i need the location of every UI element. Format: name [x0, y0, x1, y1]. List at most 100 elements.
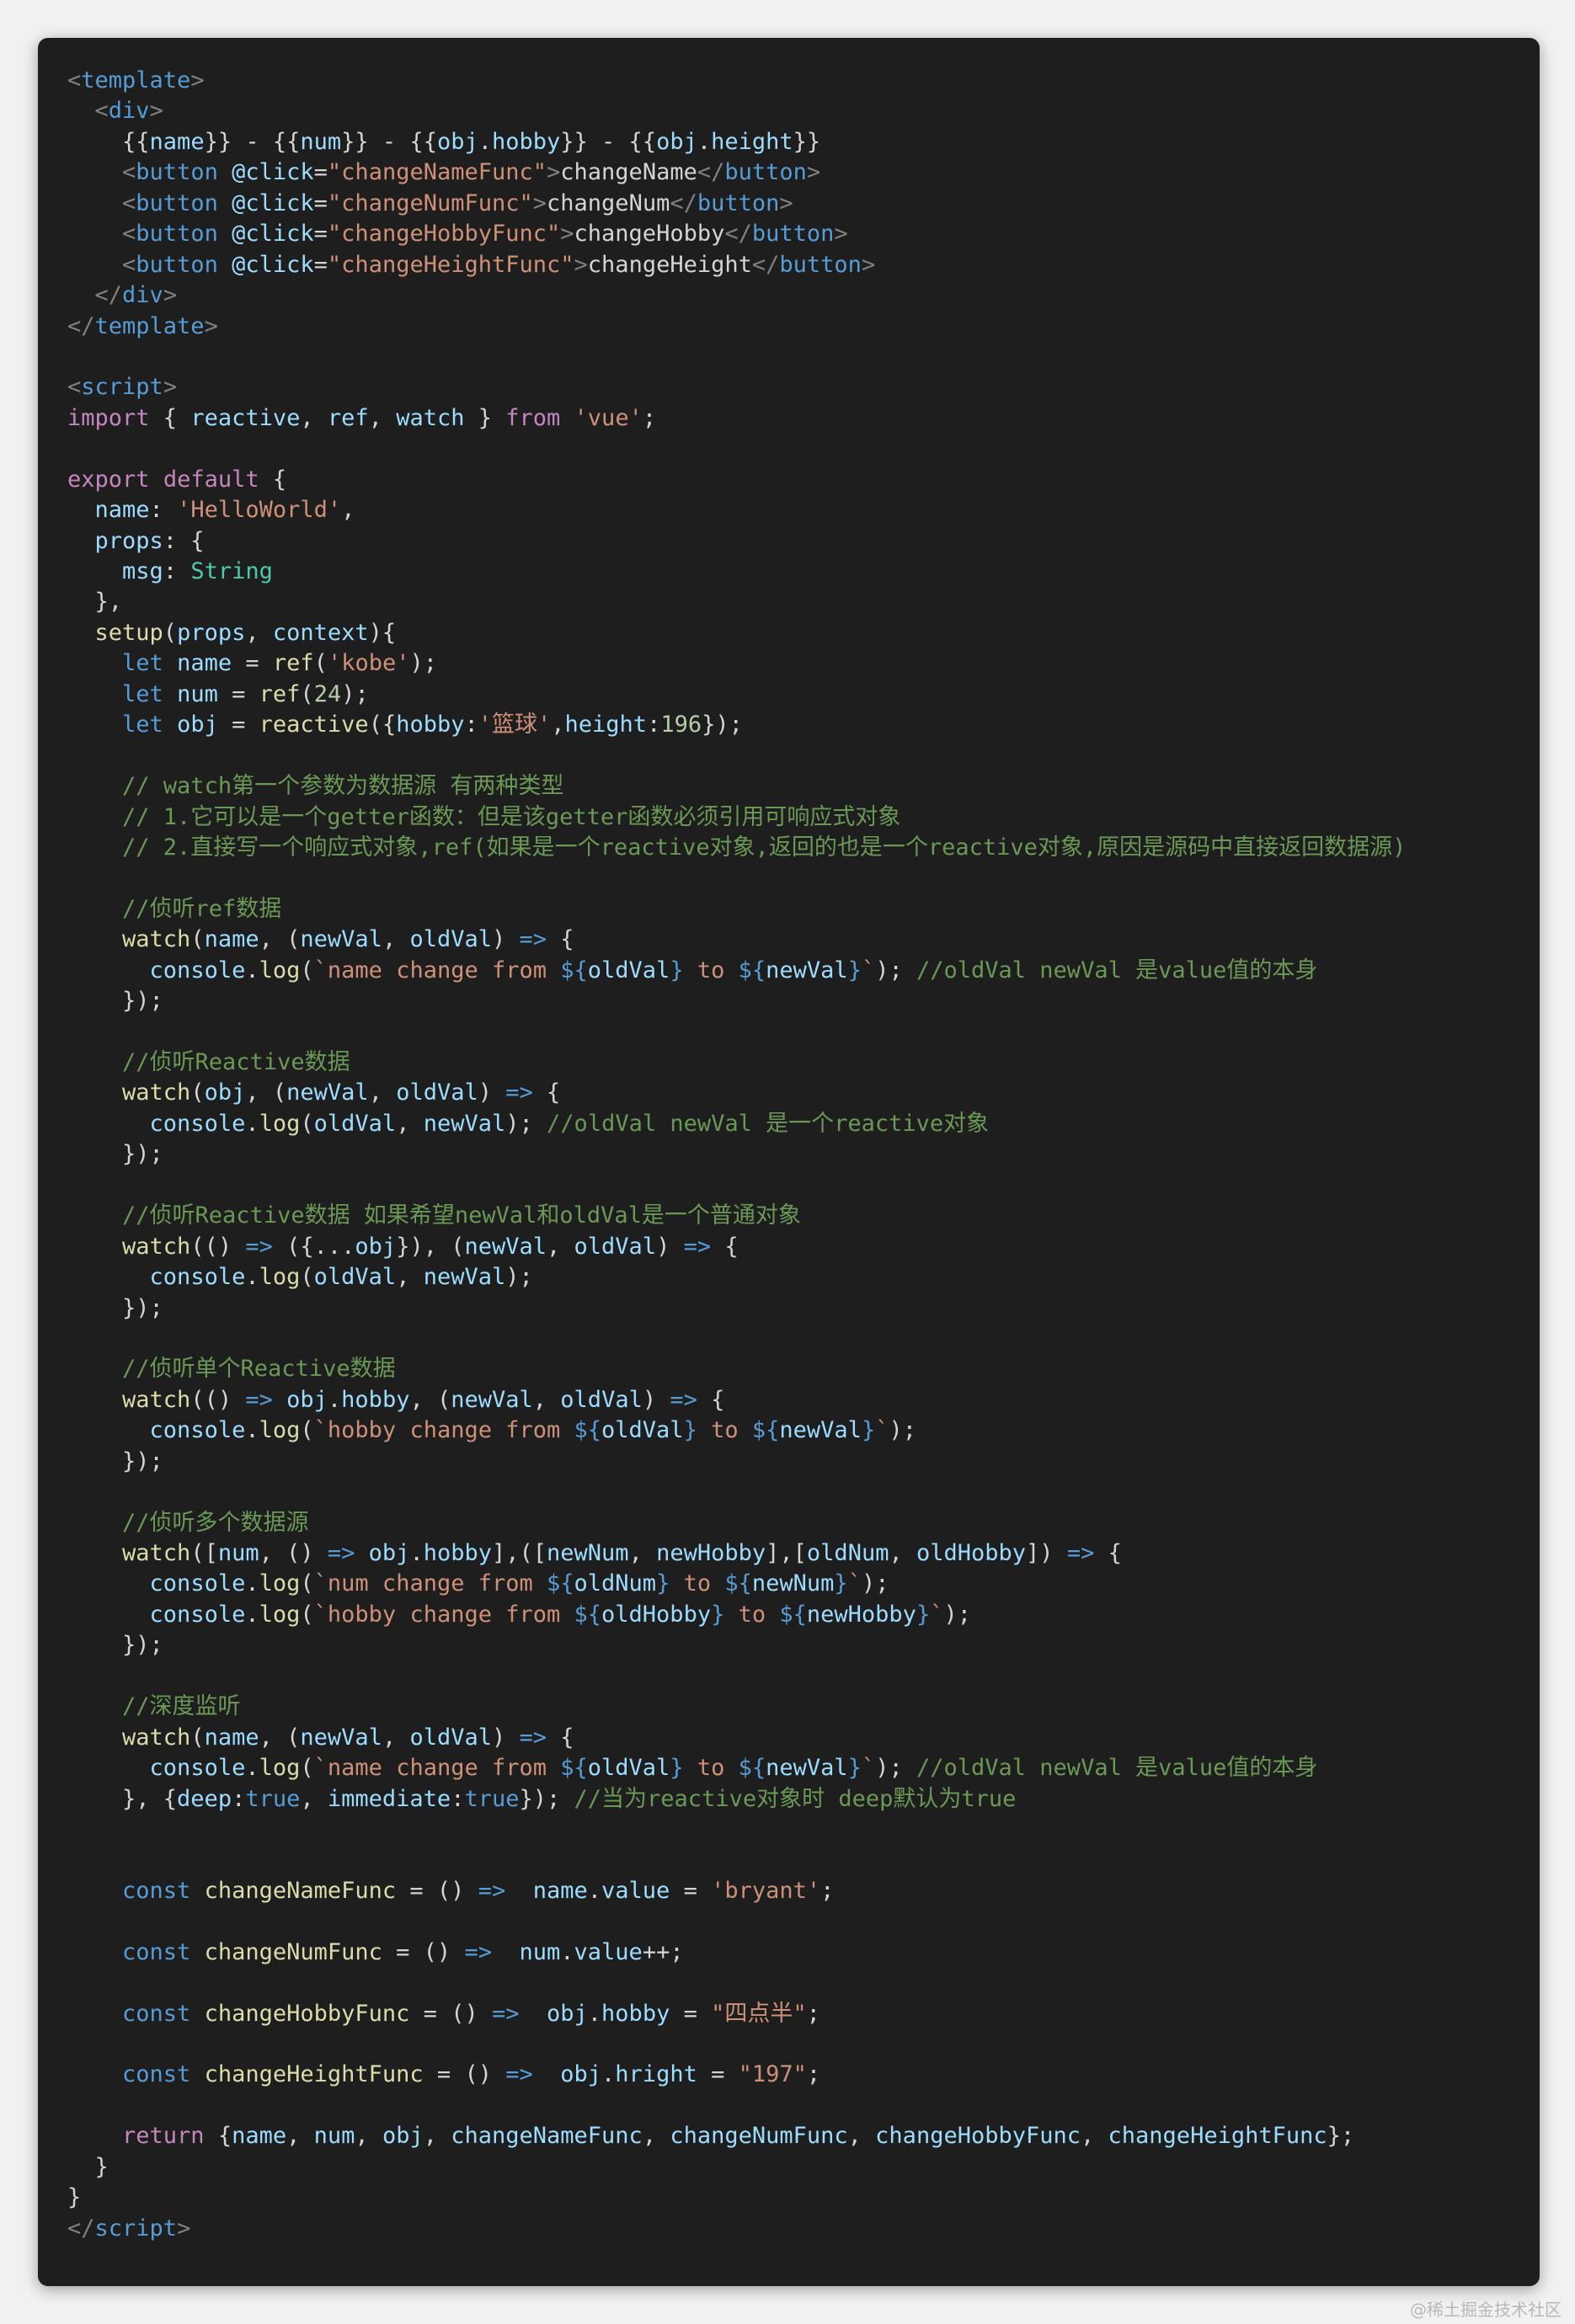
code-editor[interactable]: <template> <div> {{name}} - {{num}} - {{…	[38, 38, 1540, 2286]
code-token: .	[327, 1386, 342, 1413]
code-token: <	[94, 98, 109, 125]
code-token: console	[149, 1755, 246, 1782]
code-token: `	[930, 1601, 944, 1628]
code-token: ,	[396, 1264, 424, 1291]
code-token: newVal	[300, 1724, 382, 1751]
code-token: }	[916, 1601, 931, 1628]
code-token: =>	[1066, 1540, 1095, 1566]
code-token: .	[245, 1601, 259, 1628]
code-token: , (	[259, 926, 301, 953]
code-token: ;	[642, 404, 657, 431]
code-token: "changeNumFunc"	[327, 189, 533, 216]
code-token: :	[451, 1785, 465, 1812]
code-token: const	[122, 1938, 191, 1965]
code-token: name	[149, 128, 205, 155]
code-token: >	[560, 221, 574, 248]
code-token: `hobby change from	[313, 1601, 574, 1628]
code-token: );	[505, 1110, 547, 1137]
code-token: (()	[190, 1386, 246, 1413]
code-token: button	[779, 251, 862, 278]
code-line: </script>	[67, 2214, 1406, 2244]
code-token: ,	[382, 926, 410, 953]
code-token: script	[94, 2215, 178, 2241]
code-token: default	[163, 466, 259, 493]
code-token: obj	[436, 128, 478, 155]
code-token: to	[724, 1601, 780, 1628]
code-line: setup(props, context){	[67, 618, 1406, 648]
code-token: {	[547, 1724, 574, 1751]
code-token: }	[670, 1755, 684, 1782]
code-token: const	[122, 2061, 191, 2088]
code-token: newHobby	[656, 1540, 766, 1566]
code-token: .	[245, 1570, 259, 1597]
code-token: hobby	[396, 712, 465, 738]
code-line: <button @click="changeHobbyFunc">changeH…	[67, 219, 1406, 249]
code-token: //侦听Reactive数据 如果希望newVal和oldVal是一个普通对象	[122, 1202, 801, 1229]
code-token: to	[683, 957, 739, 983]
code-token: let	[122, 712, 163, 738]
code-line: });	[67, 1447, 1406, 1477]
code-token: watch	[122, 1079, 191, 1106]
code-token: =>	[491, 2000, 520, 2027]
code-token: const	[122, 2000, 191, 2027]
code-token: // 2.直接写一个响应式对象,ref(如果是一个reactive对象,返回的也…	[122, 834, 1407, 861]
code-token: .	[478, 128, 492, 155]
code-line: watch(() => obj.hobby, (newVal, oldVal) …	[67, 1385, 1406, 1415]
code-token: @click	[232, 159, 314, 186]
code-token: ref	[272, 650, 314, 677]
code-token: {	[149, 404, 191, 431]
code-token: }	[861, 1417, 876, 1444]
code-token: deep	[177, 1785, 232, 1812]
code-token: newVal	[423, 1264, 506, 1291]
code-token: >	[163, 374, 178, 401]
code-token: `name change from	[313, 1755, 561, 1782]
code-line: console.log(oldVal, newVal);	[67, 1262, 1406, 1293]
code-line: //深度监听	[67, 1692, 1406, 1722]
code-token: =	[232, 650, 273, 677]
code-token: ,	[368, 404, 397, 431]
code-token: );	[861, 1570, 889, 1597]
code-token: obj	[286, 1386, 328, 1413]
code-token: ${	[547, 1570, 574, 1597]
code-block[interactable]: <template> <div> {{name}} - {{num}} - {{…	[67, 66, 1406, 2244]
code-token: oldVal	[587, 957, 670, 983]
code-token: </	[94, 282, 123, 309]
code-line: <div>	[67, 96, 1406, 126]
code-token: (	[313, 650, 328, 677]
code-token: "四点半"	[711, 2000, 807, 2027]
code-token: (	[300, 1755, 314, 1782]
code-token: name	[204, 1724, 259, 1751]
code-token: ${	[560, 1755, 588, 1782]
code-token: =	[313, 159, 328, 186]
code-token: reactive	[190, 404, 301, 431]
code-token: =>	[464, 1938, 492, 1965]
code-token: =>	[245, 1386, 273, 1413]
code-token: button	[136, 221, 218, 248]
code-token: const	[122, 1877, 191, 1904]
code-token: ,	[889, 1540, 916, 1566]
code-token: }), (	[396, 1233, 465, 1260]
code-token: props	[94, 527, 163, 554]
code-token: = ()	[396, 1877, 478, 1904]
code-token: oldHobby	[601, 1601, 712, 1628]
code-token: //oldVal newVal 是一个reactive对象	[547, 1110, 990, 1137]
code-token: changeHobby	[574, 221, 725, 248]
code-token: num	[300, 128, 342, 155]
code-token: {	[547, 926, 574, 953]
code-token: 'kobe'	[327, 650, 410, 677]
code-token: =	[697, 2061, 739, 2088]
code-token: ])	[1026, 1540, 1067, 1566]
code-token: changeNameFunc	[451, 2123, 643, 2150]
